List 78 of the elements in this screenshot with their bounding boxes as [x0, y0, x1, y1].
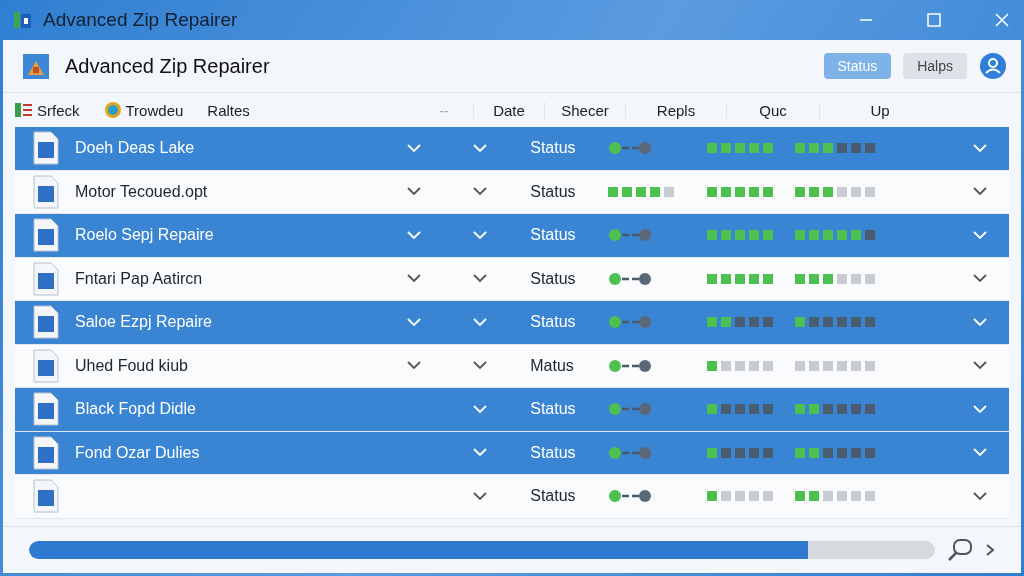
document-icon: [31, 392, 61, 427]
column-header[interactable]: Up: [819, 101, 940, 119]
repairs-meter: [707, 230, 774, 241]
user-avatar-icon[interactable]: [979, 52, 1007, 80]
chevron-icon[interactable]: [972, 187, 987, 197]
status-text: Status: [530, 139, 577, 158]
file-name: Saloe Ezpj Repaire: [75, 313, 212, 332]
app-icon: [13, 10, 33, 30]
chevron-icon[interactable]: [407, 187, 422, 197]
status-text: Status: [530, 313, 577, 332]
chevron-icon[interactable]: [972, 491, 987, 501]
document-icon: [31, 174, 61, 209]
column-header[interactable]: Quc: [726, 101, 819, 119]
column-header[interactable]: Repls: [625, 101, 726, 119]
chevron-icon[interactable]: [972, 274, 987, 284]
connection-icon: [608, 228, 653, 243]
file-row[interactable]: Fntari Pap Aatircn Status: [15, 257, 1009, 301]
repairs-meter: [707, 404, 774, 415]
document-icon: [31, 435, 61, 470]
chevron-icon[interactable]: [407, 361, 422, 371]
repairs-meter: [707, 491, 774, 502]
maximize-icon[interactable]: [927, 13, 941, 27]
chevron-icon[interactable]: [472, 361, 487, 371]
window-title: Advanced Zip Repairer: [43, 9, 238, 31]
file-name: Uhed Foud kiub: [75, 356, 188, 375]
connection-icon: [608, 445, 653, 460]
document-icon: [31, 261, 61, 296]
status-text: Status: [530, 400, 577, 419]
file-name: Doeh Deas Lake: [75, 139, 195, 158]
toolbar-button[interactable]: Srfeck: [15, 101, 80, 119]
document-icon: [31, 218, 61, 253]
document-icon: [31, 348, 61, 383]
chevron-icon[interactable]: [407, 274, 422, 284]
chevron-icon[interactable]: [472, 187, 487, 197]
document-icon: [31, 131, 61, 166]
close-icon[interactable]: [995, 13, 1009, 27]
status-text: Status: [530, 443, 577, 462]
status-text: Status: [530, 182, 577, 201]
repairs-meter: [707, 317, 774, 328]
chevron-right-icon[interactable]: [985, 543, 995, 557]
column-header[interactable]: Shecer: [544, 101, 625, 119]
connection-icon: [608, 271, 653, 286]
repairs-meter: [707, 143, 774, 154]
connection-icon: [608, 315, 653, 330]
document-icon: [31, 305, 61, 340]
archive-icon: [21, 51, 51, 81]
file-name: Fntari Pap Aatircn: [75, 269, 203, 288]
segment-meter: [608, 186, 675, 197]
repairs-meter: [707, 447, 774, 458]
header-button[interactable]: Halps: [903, 53, 967, 79]
file-row[interactable]: Status: [15, 475, 1009, 519]
chevron-icon[interactable]: [472, 491, 487, 501]
repairs-meter: [707, 360, 774, 371]
file-name: Motor Tecoued.opt: [75, 182, 208, 201]
column-header[interactable]: Date: [473, 101, 544, 119]
repairs-meter: [707, 186, 774, 197]
repairs-meter: [707, 273, 774, 284]
connection-icon: [608, 489, 653, 504]
search-icon[interactable]: [947, 538, 973, 562]
toolbar-button[interactable]: Raltes: [207, 101, 250, 119]
status-text: Status: [530, 487, 577, 506]
document-icon: [31, 479, 61, 514]
file-name: Fond Ozar Dulies: [75, 443, 200, 462]
status-text: Status: [530, 226, 577, 245]
status-text: Status: [530, 269, 577, 288]
file-name: Roelo Sepj Repaire: [75, 226, 214, 245]
file-row[interactable]: Uhed Foud kiub Matus: [15, 344, 1009, 388]
chevron-icon[interactable]: [972, 361, 987, 371]
connection-icon: [608, 358, 653, 373]
file-row[interactable]: Motor Tecoued.opt Status: [15, 170, 1009, 214]
connection-icon: [608, 141, 653, 156]
toolbar-button[interactable]: Trowdeu: [103, 101, 184, 119]
app-title: Advanced Zip Repairer: [65, 54, 270, 78]
list-icon: [15, 102, 33, 118]
file-name: Black Fopd Didle: [75, 400, 196, 419]
connection-icon: [608, 402, 653, 417]
status-text: Matus: [530, 356, 575, 375]
chevron-icon[interactable]: [472, 274, 487, 284]
